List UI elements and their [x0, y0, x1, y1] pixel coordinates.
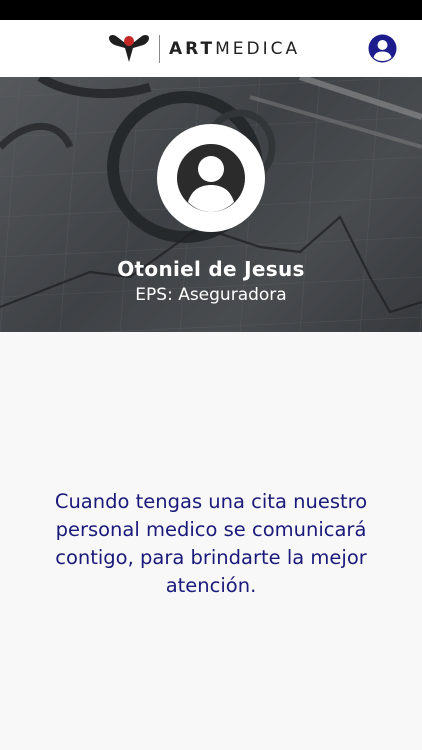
status-bar [0, 0, 422, 20]
profile-banner: Otoniel de Jesus EPS: Aseguradora [0, 77, 422, 332]
artmedica-logo-icon [109, 34, 149, 62]
logo-divider [159, 35, 160, 63]
patient-eps: EPS: Aseguradora [135, 285, 287, 305]
logo-text-bold: ART [169, 39, 216, 59]
patient-name: Otoniel de Jesus [117, 257, 305, 281]
artmedica-logo: ARTMEDICA [107, 32, 300, 66]
app-header: ARTMEDICA [0, 20, 422, 77]
person-placeholder-icon[interactable] [157, 124, 265, 232]
user-circle-icon[interactable] [368, 34, 397, 63]
logo-text-light: MEDICA [215, 39, 301, 59]
appointment-info-message: Cuando tengas una cita nuestro personal … [54, 490, 368, 597]
logo-wordmark: ARTMEDICA [169, 39, 300, 59]
